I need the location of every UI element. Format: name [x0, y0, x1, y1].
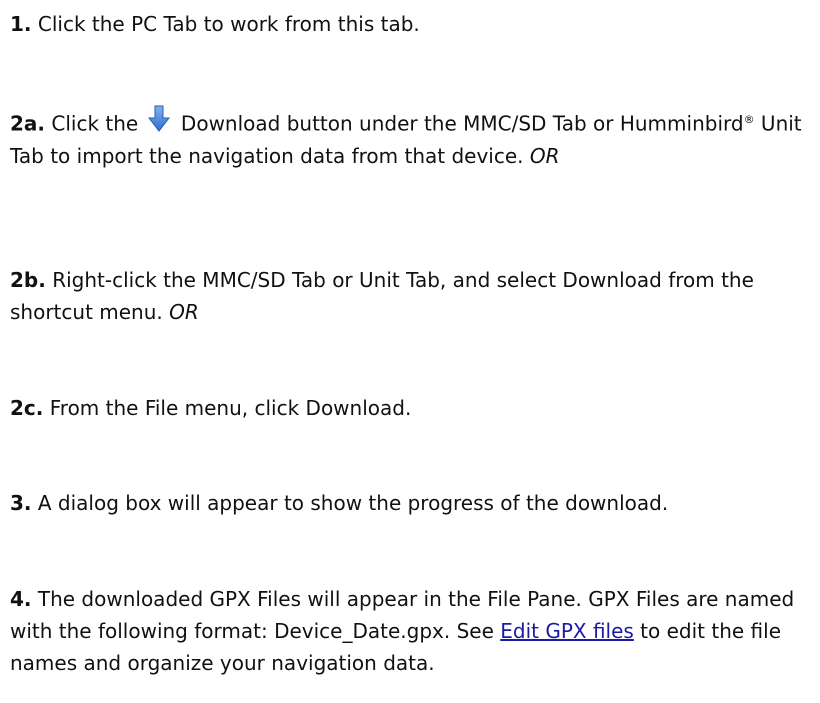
step-number: 2a.: [10, 111, 46, 136]
step-text: Download button under the MMC/SD Tab or …: [174, 111, 744, 136]
step-number: 4.: [10, 587, 32, 611]
step-number: 2b.: [10, 268, 46, 292]
download-arrow-icon: [147, 105, 170, 132]
edit-gpx-files-link[interactable]: Edit GPX files: [500, 619, 634, 643]
step-number: 1.: [10, 12, 32, 36]
step-4: 4. The downloaded GPX Files will appear …: [10, 583, 820, 679]
step-text: From the File menu, click Download.: [43, 396, 412, 420]
step-text: Right-click the MMC/SD Tab or Unit Tab, …: [10, 268, 754, 324]
or-label: OR: [529, 143, 560, 168]
step-3: 3. A dialog box will appear to show the …: [10, 487, 820, 519]
or-label: OR: [169, 300, 199, 324]
step-text: Click the: [45, 111, 139, 136]
step-text: A dialog box will appear to show the pro…: [31, 491, 669, 515]
step-2a: 2a. Click the Download button under the …: [10, 104, 820, 172]
step-1: 1. Click the PC Tab to work from this ta…: [10, 8, 820, 40]
step-number: 2c.: [10, 396, 44, 420]
step-text: Click the PC Tab to work from this tab.: [31, 12, 420, 36]
step-2c: 2c. From the File menu, click Download.: [10, 392, 820, 424]
step-number: 3.: [10, 491, 32, 515]
registered-mark: ®: [743, 113, 755, 126]
step-2b: 2b. Right-click the MMC/SD Tab or Unit T…: [10, 264, 820, 328]
